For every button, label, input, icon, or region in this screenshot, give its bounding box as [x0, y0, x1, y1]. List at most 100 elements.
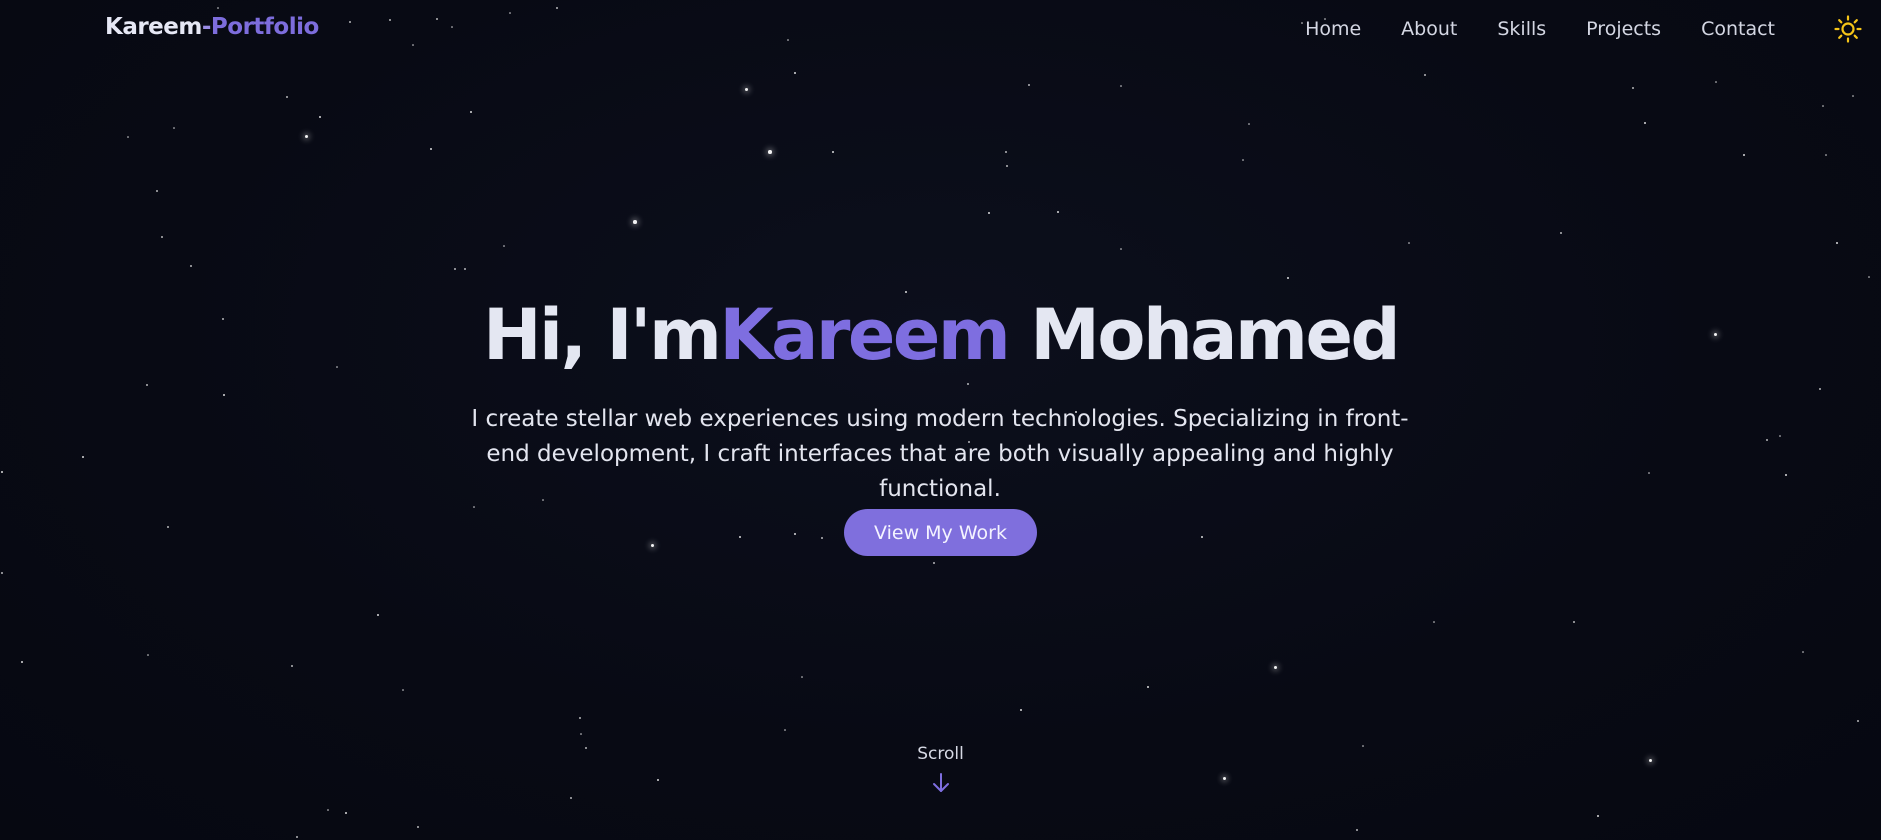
hero-title: Hi, I'mKareem Mohamed [0, 290, 1881, 380]
nav-links: Home About Skills Projects Contact [1265, 18, 1775, 40]
star [503, 245, 505, 247]
star [821, 537, 823, 539]
star [464, 268, 466, 270]
hero-subtitle: I create stellar web experiences using m… [471, 406, 1409, 502]
nav-link-projects[interactable]: Projects [1586, 18, 1661, 40]
hero-title-prefix: Hi, I'm [482, 294, 722, 376]
star [402, 689, 404, 691]
star [1200, 535, 1204, 539]
star [286, 96, 288, 98]
star [793, 532, 797, 536]
star [1356, 829, 1358, 831]
star [1715, 81, 1717, 83]
star [1560, 232, 1562, 234]
star [429, 147, 433, 151]
star [1643, 121, 1647, 125]
nav-link-about[interactable]: About [1401, 18, 1457, 40]
star [784, 729, 786, 731]
brand-first: Kareem [105, 14, 202, 40]
hero-title-suffix: Mohamed [1030, 294, 1400, 376]
star [469, 110, 473, 114]
star [1742, 153, 1746, 157]
star [318, 115, 322, 119]
star [296, 836, 298, 838]
star [1056, 210, 1060, 214]
star [1, 572, 3, 574]
star [579, 717, 581, 719]
star [1784, 473, 1788, 477]
star [1825, 154, 1827, 156]
star [1596, 814, 1600, 818]
star [81, 455, 85, 459]
star [1648, 472, 1650, 474]
star [1286, 276, 1290, 280]
star [376, 613, 380, 617]
hero-title-accent: Kareem [719, 294, 1010, 376]
star [454, 268, 456, 270]
sun-icon [1834, 15, 1862, 43]
star [1005, 151, 1007, 153]
nav-link-contact[interactable]: Contact [1701, 18, 1775, 40]
nav-link-home[interactable]: Home [1305, 18, 1361, 40]
nav-link-skills[interactable]: Skills [1497, 18, 1546, 40]
view-my-work-button[interactable]: View My Work [844, 509, 1037, 556]
star [291, 665, 293, 667]
star [1408, 242, 1410, 244]
star [1632, 87, 1634, 89]
star [304, 134, 308, 138]
theme-toggle-button[interactable] [1833, 14, 1863, 44]
scroll-label: Scroll [917, 744, 964, 764]
star [650, 543, 654, 547]
brand-separator: - [201, 14, 212, 40]
arrow-down-icon [932, 773, 949, 792]
star [344, 811, 348, 815]
star [0, 470, 4, 474]
star [1802, 651, 1804, 653]
brand-logo[interactable]: Kareem-Portfolio [105, 14, 319, 40]
star [933, 562, 935, 564]
star [417, 826, 419, 828]
star [1779, 435, 1781, 437]
star [1273, 665, 1277, 669]
star [1822, 105, 1824, 107]
star [1028, 84, 1030, 86]
star [222, 393, 226, 397]
star [1766, 439, 1768, 441]
star [167, 526, 169, 528]
star [147, 654, 149, 656]
brand-second: Portfolio [210, 14, 319, 40]
star [987, 211, 991, 215]
star [1573, 621, 1575, 623]
star [1120, 248, 1122, 250]
star [20, 660, 24, 664]
star [1120, 85, 1122, 87]
star [793, 71, 797, 75]
star [1424, 74, 1426, 76]
star [1248, 123, 1250, 125]
star [801, 676, 803, 678]
star [190, 265, 192, 267]
scroll-indicator[interactable]: Scroll [0, 744, 1881, 798]
star [127, 136, 129, 138]
star [633, 220, 637, 224]
star [967, 383, 969, 385]
star [1019, 708, 1023, 712]
star [1857, 720, 1859, 722]
star [831, 150, 835, 154]
star [768, 150, 772, 154]
star [1433, 621, 1435, 623]
star [327, 809, 329, 811]
star [1242, 159, 1244, 161]
star [161, 236, 163, 238]
star [1006, 165, 1008, 167]
star [1868, 276, 1870, 278]
star [1819, 388, 1821, 390]
star [173, 127, 175, 129]
navbar: Kareem-Portfolio Home About Skills Proje… [0, 0, 1881, 60]
star [156, 190, 158, 192]
star [580, 733, 582, 735]
star [146, 384, 148, 386]
star [744, 87, 748, 91]
star [1146, 685, 1150, 689]
star [738, 535, 742, 539]
